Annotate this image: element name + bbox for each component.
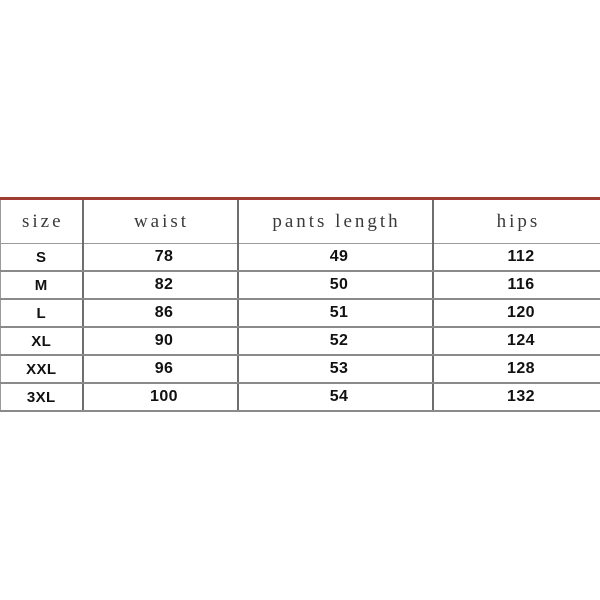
table-header: size waist pants length hips xyxy=(0,197,600,244)
cell-hips: 128 xyxy=(431,355,600,384)
cell-size: S xyxy=(0,243,83,272)
cell-waist: 96 xyxy=(81,355,238,384)
cell-pants-length: 49 xyxy=(236,243,433,272)
table-row: S 78 49 112 xyxy=(0,243,600,272)
cell-hips: 116 xyxy=(431,271,600,300)
cell-size: M xyxy=(0,271,83,300)
cell-waist: 100 xyxy=(81,383,238,412)
table-row: XL 90 52 124 xyxy=(0,327,600,356)
column-header-size: size xyxy=(0,197,83,244)
table-header-row: size waist pants length hips xyxy=(0,197,600,244)
cell-pants-length: 52 xyxy=(236,327,433,356)
size-chart-table: size waist pants length hips S 78 49 112… xyxy=(0,197,600,412)
cell-pants-length: 50 xyxy=(236,271,433,300)
cell-waist: 86 xyxy=(81,299,238,328)
cell-size: 3XL xyxy=(0,383,83,412)
size-chart-container: size waist pants length hips S 78 49 112… xyxy=(0,197,600,412)
cell-pants-length: 51 xyxy=(236,299,433,328)
cell-hips: 120 xyxy=(431,299,600,328)
table-row: 3XL 100 54 132 xyxy=(0,383,600,412)
cell-size: XXL xyxy=(0,355,83,384)
table-row: M 82 50 116 xyxy=(0,271,600,300)
column-header-hips: hips xyxy=(431,197,600,244)
cell-size: L xyxy=(0,299,83,328)
column-header-pants-length: pants length xyxy=(236,197,433,244)
cell-pants-length: 53 xyxy=(236,355,433,384)
column-header-waist: waist xyxy=(81,197,238,244)
cell-waist: 82 xyxy=(81,271,238,300)
cell-hips: 132 xyxy=(431,383,600,412)
table-row: L 86 51 120 xyxy=(0,299,600,328)
cell-size: XL xyxy=(0,327,83,356)
cell-waist: 90 xyxy=(81,327,238,356)
cell-hips: 124 xyxy=(431,327,600,356)
cell-pants-length: 54 xyxy=(236,383,433,412)
cell-hips: 112 xyxy=(431,243,600,272)
table-row: XXL 96 53 128 xyxy=(0,355,600,384)
cell-waist: 78 xyxy=(81,243,238,272)
table-body: S 78 49 112 M 82 50 116 L 86 51 120 XL 9… xyxy=(0,243,600,412)
